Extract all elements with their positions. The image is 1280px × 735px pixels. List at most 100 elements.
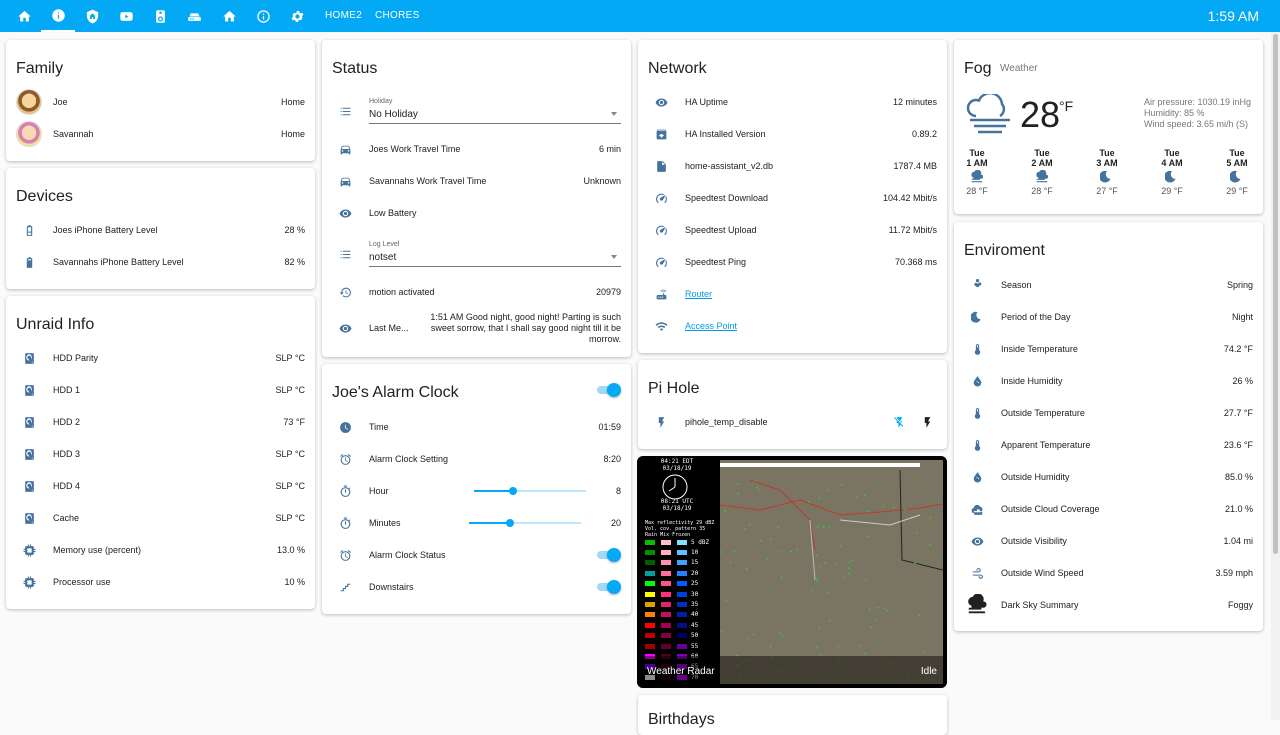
radar-echo xyxy=(760,539,762,542)
entity-row[interactable]: Joes iPhone Battery Level 28 % xyxy=(16,214,305,246)
cloud-sun-icon xyxy=(964,496,990,522)
home-icon[interactable] xyxy=(7,0,41,32)
family-row-joe[interactable]: Joe Home xyxy=(16,86,305,118)
radar-echo xyxy=(780,576,783,579)
entity-row[interactable]: Period of the Day Night xyxy=(964,301,1253,333)
entity-row[interactable]: Savannahs Work Travel Time Unknown xyxy=(332,165,621,197)
log-level-select-row[interactable]: Log Level notset xyxy=(332,239,621,269)
entity-row[interactable]: HDD 2 73 °F xyxy=(16,406,305,438)
minutes-slider[interactable] xyxy=(468,516,581,530)
entity-name: Cache xyxy=(53,513,80,523)
access-point-link[interactable]: Access Point xyxy=(685,321,937,331)
alarm-master-toggle[interactable] xyxy=(595,383,621,397)
entity-name: motion activated xyxy=(369,287,435,297)
entity-row[interactable]: Joes Work Travel Time 6 min xyxy=(332,133,621,165)
entity-row[interactable]: Outside Temperature 27.7 °F xyxy=(964,397,1253,429)
entity-row[interactable]: Processor use 10 % xyxy=(16,566,305,598)
entity-row[interactable]: Speedtest Download 104.42 Mbit/s xyxy=(648,182,937,214)
entity-state: 01:59 xyxy=(598,422,621,432)
minutes-slider-row[interactable]: Minutes 20 xyxy=(332,507,621,539)
entity-state: 8 xyxy=(615,486,621,496)
flash-on-icon[interactable] xyxy=(917,412,937,432)
entity-row[interactable]: Savannahs iPhone Battery Level 82 % xyxy=(16,246,305,278)
slider-thumb[interactable] xyxy=(509,487,518,495)
entity-row[interactable]: HDD 3 SLP °C xyxy=(16,438,305,470)
entity-row[interactable]: HDD 1 SLP °C xyxy=(16,374,305,406)
radar-echo xyxy=(929,516,932,519)
entity-row[interactable]: HDD 4 SLP °C xyxy=(16,470,305,502)
entity-row[interactable]: Outside Humidity 85.0 % xyxy=(964,461,1253,493)
speedometer-icon xyxy=(648,217,674,243)
radar-echo xyxy=(828,619,831,622)
access-point-link-row[interactable]: Access Point xyxy=(648,310,937,342)
entity-name: home-assistant_v2.db xyxy=(685,161,774,171)
entity-row[interactable]: Outside Cloud Coverage 21.0 % xyxy=(964,493,1253,525)
router-link[interactable]: Router xyxy=(685,289,937,299)
entity-name: Outside Humidity xyxy=(1001,472,1070,482)
entity-state: 0.89.2 xyxy=(911,129,937,139)
forecast-hour: 3 AM xyxy=(1096,158,1118,168)
entity-row[interactable]: Memory use (percent) 13.0 % xyxy=(16,534,305,566)
entity-row[interactable]: Last Me... 1:51 AM Good night, good nigh… xyxy=(332,308,621,348)
radar-legend-row: 45 xyxy=(645,621,715,629)
entity-row[interactable]: Alarm Clock Status xyxy=(332,539,621,571)
speaker-icon[interactable] xyxy=(143,0,177,32)
family-row-savannah[interactable]: Savannah Home xyxy=(16,118,305,150)
hour-slider[interactable] xyxy=(473,484,586,498)
page-scrollbar[interactable] xyxy=(1271,32,1280,720)
weather-radar-card[interactable]: 04:21 EDT 03/18/19 08:21 UTC 03/18/19 Ma… xyxy=(637,456,947,688)
radar-echo xyxy=(864,578,867,581)
holiday-select-row[interactable]: Holiday No Holiday xyxy=(332,96,621,126)
entity-row[interactable]: Inside Temperature 74.2 °F xyxy=(964,333,1253,365)
entity-row[interactable]: motion activated 20979 xyxy=(332,276,621,308)
info-icon[interactable] xyxy=(41,0,75,32)
entity-row[interactable]: Alarm Clock Setting 8:20 xyxy=(332,443,621,475)
entity-row[interactable]: Outside Wind Speed 3.59 mph xyxy=(964,557,1253,589)
entity-row[interactable]: Cache SLP °C xyxy=(16,502,305,534)
entity-row[interactable]: Dark Sky Summary Foggy xyxy=(964,589,1253,621)
log-level-select[interactable]: Log Level notset xyxy=(369,241,621,267)
entity-row[interactable]: HDD Parity SLP °C xyxy=(16,342,305,374)
entity-state: 6 min xyxy=(598,144,621,154)
entity-row[interactable]: Low Battery xyxy=(332,197,621,229)
info-outline-icon[interactable] xyxy=(246,0,280,32)
entity-row[interactable]: Outside Visibility 1.04 mi xyxy=(964,525,1253,557)
entity-name: Minutes xyxy=(369,518,401,528)
tab-chores[interactable]: CHORES xyxy=(375,10,420,21)
entity-row[interactable]: Speedtest Ping 70.368 ms xyxy=(648,246,937,278)
shield-home-icon[interactable] xyxy=(75,0,109,32)
entity-row[interactable]: HA Uptime 12 minutes xyxy=(648,86,937,118)
entity-row[interactable]: pihole_temp_disable xyxy=(648,406,937,438)
radar-map xyxy=(719,460,944,684)
card-title: Unraid Info xyxy=(16,316,95,333)
entity-name: Alarm Clock Setting xyxy=(369,454,449,464)
scrollbar-thumb[interactable] xyxy=(1273,34,1278,554)
tab-home2[interactable]: HOME2 xyxy=(325,10,362,21)
radar-echo xyxy=(781,635,784,638)
slider-thumb[interactable] xyxy=(506,519,515,527)
car-icon xyxy=(332,168,358,194)
entity-row[interactable]: Time 01:59 xyxy=(332,411,621,443)
entity-row[interactable]: home-assistant_v2.db 1787.4 MB xyxy=(648,150,937,182)
entity-name: Speedtest Download xyxy=(685,193,769,203)
weather-card[interactable]: Fog Weather 28 °F Air pressure: 1030.19 … xyxy=(954,40,1263,214)
entity-row[interactable]: Speedtest Upload 11.72 Mbit/s xyxy=(648,214,937,246)
entity-row[interactable]: HA Installed Version 0.89.2 xyxy=(648,118,937,150)
entity-row[interactable]: Season Spring xyxy=(964,269,1253,301)
router-link-row[interactable]: Router xyxy=(648,278,937,310)
alarm-status-toggle[interactable] xyxy=(595,548,621,562)
flash-off-icon[interactable] xyxy=(889,412,909,432)
entity-row[interactable]: Inside Humidity 26 % xyxy=(964,365,1253,397)
router-icon[interactable] xyxy=(177,0,211,32)
entity-row[interactable]: Apparent Temperature 23.6 °F xyxy=(964,429,1253,461)
downstairs-toggle[interactable] xyxy=(595,580,621,594)
entity-state: 27.7 °F xyxy=(1223,408,1253,418)
hour-slider-row[interactable]: Hour 8 xyxy=(332,475,621,507)
home-outline-icon[interactable] xyxy=(212,0,246,32)
youtube-icon[interactable] xyxy=(109,0,143,32)
holiday-select[interactable]: Holiday No Holiday xyxy=(369,98,621,124)
gear-icon[interactable] xyxy=(280,0,314,32)
entity-row[interactable]: Downstairs xyxy=(332,571,621,603)
radar-legend-row: 25 xyxy=(645,580,715,588)
radar-map-roads xyxy=(719,463,944,679)
